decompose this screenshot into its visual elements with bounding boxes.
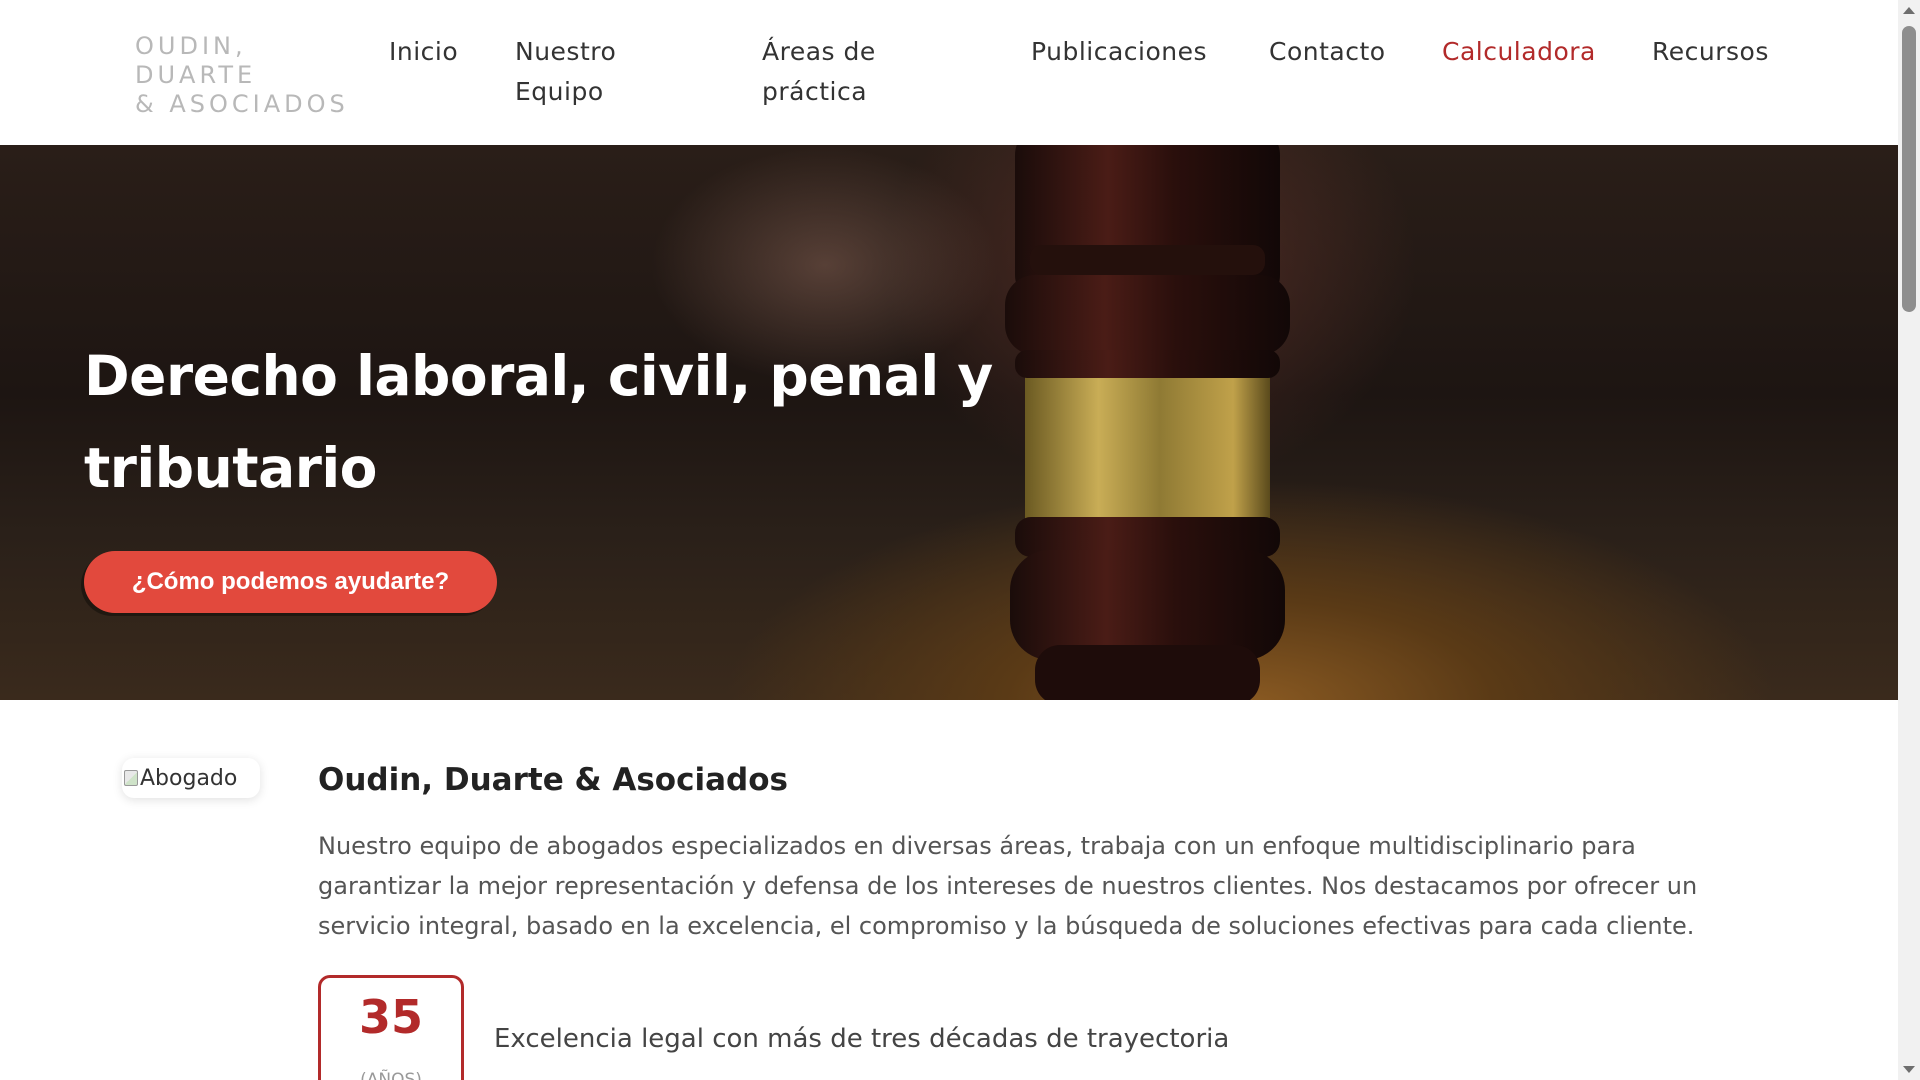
gavel-icon — [1005, 145, 1290, 700]
about-title: Oudin, Duarte & Asociados — [318, 762, 788, 798]
hero-title: Derecho laboral, civil, penal y tributar… — [84, 330, 1004, 514]
nav-label: Recursos — [1652, 37, 1769, 66]
about-text-line-2: garantizar la mejor representación y def… — [318, 872, 1698, 900]
hero-banner: Derecho laboral, civil, penal y tributar… — [0, 145, 1898, 700]
image-alt-text: Abogado — [140, 765, 238, 791]
nav-label: Calculadora — [1442, 37, 1596, 66]
scroll-up-icon[interactable] — [1903, 7, 1915, 14]
scroll-down-icon[interactable] — [1903, 1066, 1915, 1073]
years-unit: (AÑOS) — [360, 1070, 422, 1080]
hero-title-line-1: Derecho laboral, civil, penal y — [84, 344, 993, 408]
broken-image-icon — [124, 770, 138, 786]
about-text-line-3: servicio integral, basado en la excelenc… — [318, 912, 1695, 940]
nav-label-line-2: Equipo — [515, 77, 604, 106]
about-text-line-1: Nuestro equipo de abogados especializado… — [318, 832, 1636, 860]
nav-item-areas-de-practica[interactable]: Áreas de práctica — [762, 32, 876, 112]
scrollbar-thumb[interactable] — [1902, 26, 1916, 312]
years-number: 35 — [358, 990, 423, 1044]
page-scrollbar[interactable] — [1898, 0, 1920, 1080]
nav-label-line-1: Nuestro — [515, 37, 617, 66]
lawyer-image: Abogado — [122, 758, 260, 798]
logo-line-1: OUDIN, — [135, 32, 247, 60]
nav-label-line-2: práctica — [762, 77, 868, 106]
nav-label-line-1: Áreas de — [762, 37, 876, 66]
nav-item-inicio[interactable]: Inicio — [389, 32, 458, 72]
site-header: OUDIN, DUARTE & ASOCIADOS Inicio Nuestro… — [0, 0, 1898, 145]
nav-label: Inicio — [389, 37, 459, 66]
logo-line-2: DUARTE — [135, 61, 257, 89]
nav-item-recursos[interactable]: Recursos — [1652, 32, 1769, 72]
cta-button[interactable]: ¿Cómo podemos ayudarte? — [84, 551, 497, 613]
years-stat-text: Excelencia legal con más de tres décadas… — [494, 1024, 1230, 1054]
years-stat-card: 35 (AÑOS) — [318, 975, 464, 1080]
nav-label: Contacto — [1269, 37, 1386, 66]
nav-item-nuestro-equipo[interactable]: Nuestro Equipo — [515, 32, 616, 112]
nav-item-calculadora[interactable]: Calculadora — [1442, 32, 1596, 72]
nav-item-contacto[interactable]: Contacto — [1269, 32, 1386, 72]
logo-line-3: & ASOCIADOS — [135, 90, 349, 118]
hero-title-line-2: tributario — [84, 436, 377, 500]
site-logo[interactable]: OUDIN, DUARTE & ASOCIADOS — [135, 32, 349, 119]
about-description: Nuestro equipo de abogados especializado… — [318, 826, 1768, 946]
nav-label: Publicaciones — [1031, 37, 1208, 66]
nav-item-publicaciones[interactable]: Publicaciones — [1031, 32, 1207, 72]
